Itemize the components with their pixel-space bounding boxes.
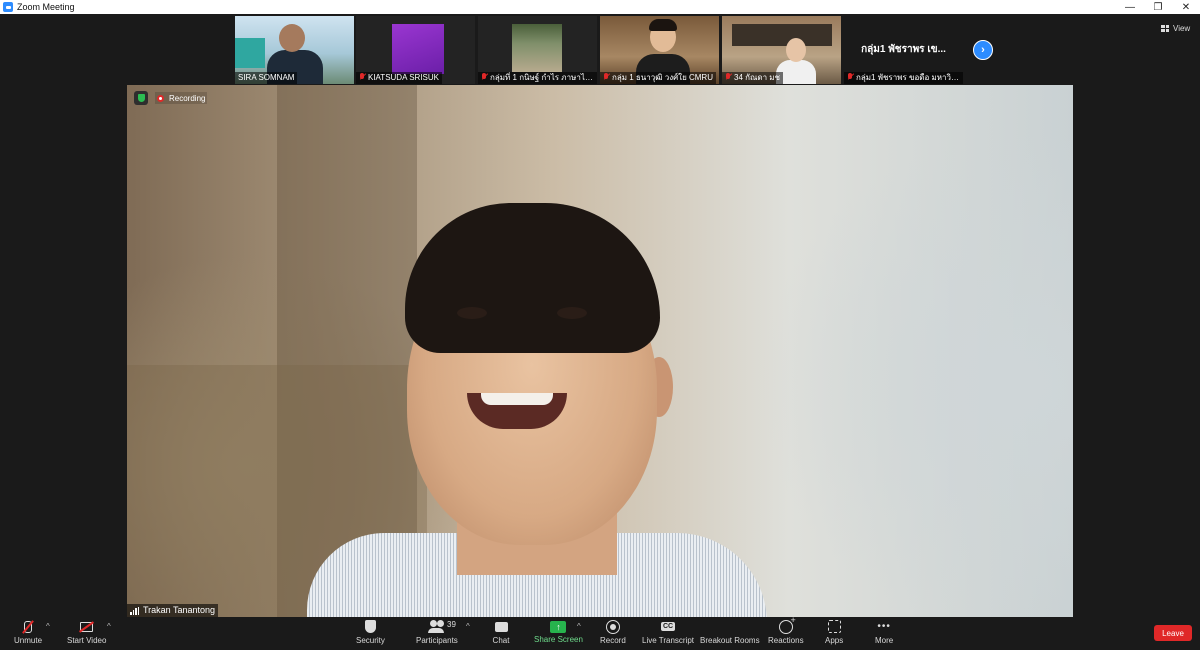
video-background [235,38,265,68]
chat-button[interactable]: Chat [492,619,510,649]
gallery-strip: SIRA SOMNAM KIATSUDA SRISUK กลุ่มที่ 1 ก… [0,14,1200,86]
start-video-button[interactable]: Start Video [67,619,106,649]
participant-tile[interactable]: SIRA SOMNAM [235,16,354,84]
unmute-button[interactable]: Unmute [14,619,42,649]
muted-mic-icon [359,73,365,81]
reactions-icon [777,615,796,634]
reactions-label: Reactions [768,636,804,645]
chat-icon [492,619,510,634]
participant-name: กลุ่มที่ 1 กนิษฐ์ กำไร ภาษาไทย ... [478,72,597,84]
record-icon [604,619,622,634]
zoom-app-icon [3,2,13,12]
video-options-caret[interactable]: ^ [107,622,111,631]
participant-video [649,19,677,31]
restore-icon[interactable]: ❐ [1144,0,1172,14]
muted-mic-icon [847,73,853,81]
more-button[interactable]: More [875,619,893,649]
record-label: Record [600,636,626,645]
meeting-toolbar: Unmute ^ Start Video ^ Security Particip… [0,615,1200,650]
speaker-video [457,307,487,319]
participants-icon [427,619,446,634]
window-controls: — ❐ ✕ [1116,0,1200,14]
close-icon[interactable]: ✕ [1172,0,1200,14]
window-title: Zoom Meeting [17,2,75,12]
share-screen-button[interactable]: Share Screen [534,619,583,649]
muted-mic-icon [19,619,37,634]
recording-indicator[interactable]: Recording [155,92,208,104]
breakout-rooms-icon [723,619,737,634]
breakout-rooms-label: Breakout Rooms [700,636,760,645]
record-button[interactable]: Record [600,619,626,649]
participant-tile[interactable]: KIATSUDA SRISUK [356,16,475,84]
reactions-button[interactable]: Reactions [768,615,804,649]
more-icon [875,619,893,634]
shield-icon [361,619,379,634]
participants-count: 39 [447,620,456,629]
active-speaker-video: Recording Trakan Tanantong [127,85,1073,617]
view-button[interactable]: View [1161,22,1190,34]
participant-name: กลุ่ม1 พัชราพร ขอดือ มหาวิทย... [844,72,963,84]
encryption-shield-icon[interactable] [134,91,148,105]
live-transcript-label: Live Transcript [642,636,695,645]
participant-name: KIATSUDA SRISUK [356,72,442,84]
participant-video [732,24,832,46]
muted-mic-icon [481,73,487,81]
video-off-icon [78,619,96,634]
participant-tile[interactable]: 34 กัณดา มช [722,16,841,84]
start-video-label: Start Video [67,636,107,645]
breakout-rooms-button[interactable]: Breakout Rooms [700,619,760,649]
participant-tile[interactable]: กลุ่ม 1 ธนาวุฒิ วงศ์ใย CMRU [600,16,719,84]
muted-mic-icon [603,73,609,81]
participant-name: SIRA SOMNAM [235,72,298,84]
recording-label: Recording [169,93,206,103]
apps-button[interactable]: Apps [825,619,843,649]
share-options-caret[interactable]: ^ [577,622,581,631]
participant-video [279,24,305,52]
unmute-label: Unmute [14,636,43,645]
participant-name: กลุ่ม 1 ธนาวุฒิ วงศ์ใย CMRU [600,72,716,84]
participant-tile[interactable]: กลุ่ม1 พัชราพร เข... กลุ่ม1 พัชราพร ขอดื… [844,16,963,84]
grid-view-icon [1161,24,1169,32]
share-screen-label: Share Screen [534,635,583,644]
participant-name: 34 กัณดา มช [722,72,783,84]
security-label: Security [356,636,385,645]
muted-mic-icon [725,73,731,81]
chat-label: Chat [492,636,510,645]
window-titlebar: Zoom Meeting — ❐ ✕ [0,0,1200,14]
participant-tile[interactable]: กลุ่มที่ 1 กนิษฐ์ กำไร ภาษาไทย ... [478,16,597,84]
minimize-icon[interactable]: — [1116,0,1144,14]
security-button[interactable]: Security [356,619,385,649]
speaker-name-label: Trakan Tanantong [127,604,219,617]
apps-label: Apps [825,636,844,645]
signal-bars-icon [130,606,140,615]
participants-options-caret[interactable]: ^ [466,622,470,631]
speaker-video [557,307,587,319]
recording-dot-icon [157,94,164,102]
participant-video [512,24,562,72]
view-label: View [1173,23,1191,33]
participants-label: Participants [416,636,458,645]
participant-caption: กลุ่ม1 พัชราพร เข... [861,44,946,55]
share-screen-icon [550,621,567,633]
participant-video [786,38,806,62]
closed-caption-icon [659,619,677,634]
next-page-button[interactable]: › [973,40,993,60]
live-transcript-button[interactable]: Live Transcript [642,619,694,649]
more-label: More [875,636,894,645]
participant-video [392,24,444,74]
leave-button[interactable]: Leave [1154,625,1192,641]
chevron-right-icon: › [981,44,985,56]
apps-icon [825,619,843,634]
audio-options-caret[interactable]: ^ [46,622,50,631]
speaker-video [405,203,660,353]
